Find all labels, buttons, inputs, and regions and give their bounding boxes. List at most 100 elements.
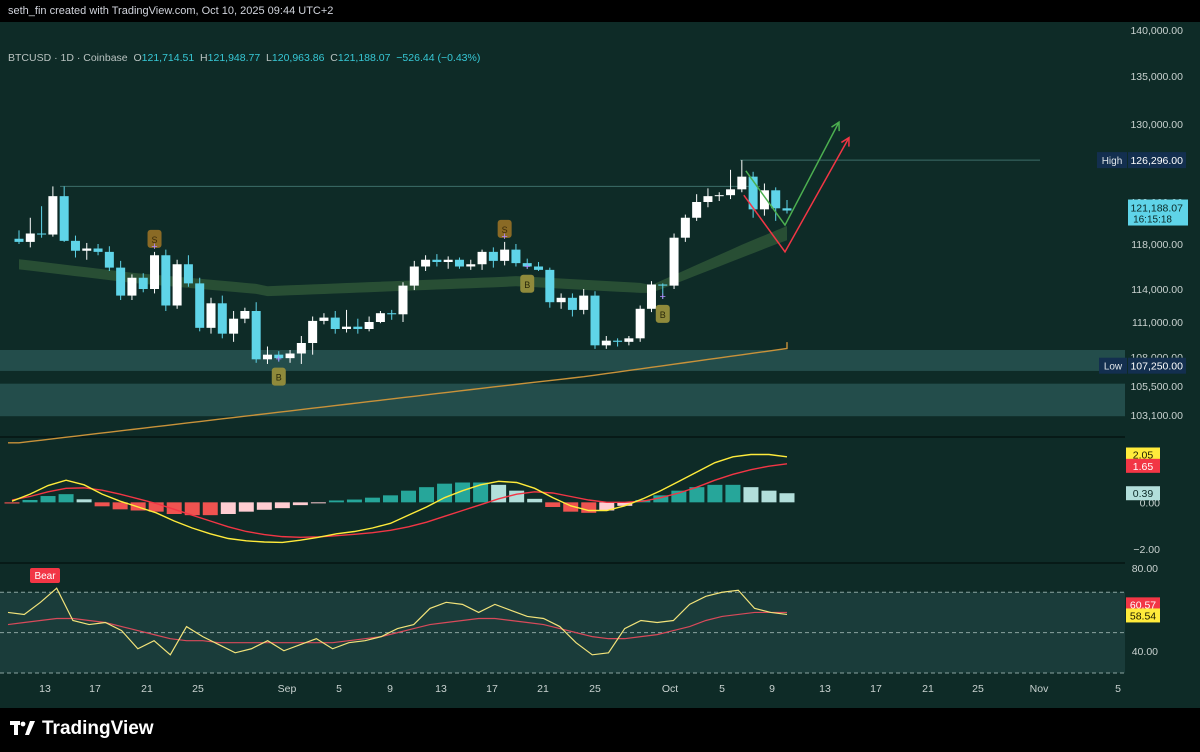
candle-body[interactable]: [172, 264, 182, 306]
price-axis-tick: 103,100.00: [1130, 410, 1183, 422]
candle-body[interactable]: [70, 240, 80, 251]
chart-area[interactable]: S + B + S + B + B +140,000.00 135,000.00 130,000.00…: [0, 22, 1200, 708]
low-price-value: 107,250.00: [1130, 361, 1183, 373]
time-axis-tick: 9: [769, 683, 775, 695]
macd-histogram-bar: [220, 502, 236, 514]
time-axis-tick: Sep: [278, 683, 297, 695]
candle-body[interactable]: [432, 259, 442, 262]
tradingview-logo[interactable]: TradingView: [10, 718, 154, 740]
candle-body[interactable]: [353, 326, 363, 329]
time-axis-tick: 17: [870, 683, 882, 695]
candle-body[interactable]: [48, 196, 58, 235]
candle-body[interactable]: [342, 326, 352, 329]
candle-body[interactable]: [646, 284, 656, 309]
candle-body[interactable]: [567, 297, 577, 310]
candle-body[interactable]: [658, 284, 668, 286]
candle-body[interactable]: [443, 259, 453, 262]
candle-body[interactable]: [387, 313, 397, 315]
candle-body[interactable]: [375, 313, 385, 322]
time-axis-tick: 13: [435, 683, 447, 695]
candle-body[interactable]: [692, 202, 702, 218]
signal-cross-icon: +: [524, 261, 530, 273]
candle-body[interactable]: [669, 237, 679, 286]
attribution-text: seth_fin created with TradingView.com, O…: [8, 5, 334, 17]
chart-canvas[interactable]: S+B+S+B+B+140,000.00135,000.00130,000.00…: [0, 22, 1200, 708]
candle-body[interactable]: [229, 318, 239, 334]
candle-body[interactable]: [726, 189, 736, 196]
support-zone-upper[interactable]: [0, 350, 1125, 371]
candle-body[interactable]: [93, 248, 103, 252]
candle-body[interactable]: [14, 238, 24, 242]
candle-body[interactable]: [556, 297, 566, 303]
candle-body[interactable]: [195, 283, 205, 328]
price-axis-tick: 118,000.00: [1131, 239, 1183, 251]
candle-body[interactable]: [421, 259, 431, 267]
candle-body[interactable]: [296, 343, 306, 354]
candle-body[interactable]: [262, 354, 272, 360]
candle-body[interactable]: [500, 249, 510, 261]
candle-body[interactable]: [601, 340, 611, 346]
candle-body[interactable]: [488, 251, 498, 261]
candle-body[interactable]: [116, 267, 126, 296]
macd-histogram-bar: [707, 484, 723, 503]
candle-body[interactable]: [308, 320, 318, 343]
support-zone-lower[interactable]: [0, 383, 1125, 417]
candle-body[interactable]: [37, 233, 47, 235]
candle-body[interactable]: [454, 259, 464, 267]
candle-body[interactable]: [161, 255, 171, 306]
macd-histogram-bar: [4, 502, 20, 504]
candle-body[interactable]: [545, 269, 555, 303]
candle-body[interactable]: [590, 295, 600, 346]
candle-body[interactable]: [771, 190, 781, 209]
candle-body[interactable]: [635, 308, 645, 339]
candle-body[interactable]: [104, 251, 114, 268]
macd-histogram-bar: [58, 494, 74, 503]
candle-body[interactable]: [579, 295, 589, 310]
candle-body[interactable]: [217, 303, 227, 334]
macd-histogram-bar: [274, 502, 290, 509]
candle-body[interactable]: [511, 249, 521, 264]
candle-body[interactable]: [127, 277, 137, 296]
candle-body[interactable]: [477, 251, 487, 265]
candle-body[interactable]: [613, 340, 623, 342]
high-marker-label: High: [1102, 156, 1123, 167]
candle-body[interactable]: [319, 317, 329, 321]
candle-body[interactable]: [183, 264, 193, 284]
macd-histogram-bar: [491, 484, 507, 503]
macd-histogram-bar: [401, 490, 417, 503]
candle-body[interactable]: [59, 196, 69, 241]
signal-cross-icon: +: [501, 231, 507, 243]
candle-body[interactable]: [466, 264, 476, 267]
attribution-bar: seth_fin created with TradingView.com, O…: [0, 0, 1200, 22]
macd-histogram-bar: [202, 502, 218, 516]
low-value: 120,963.86: [271, 52, 325, 64]
time-axis-tick: 5: [719, 683, 725, 695]
candle-body[interactable]: [25, 233, 35, 242]
candle-body[interactable]: [624, 338, 634, 342]
macd-histogram-bar: [40, 496, 56, 503]
candle-body[interactable]: [82, 248, 92, 251]
rsi-ma-value-tag: 58.54: [1130, 610, 1156, 622]
candle-body[interactable]: [703, 196, 713, 202]
candle-body[interactable]: [714, 195, 724, 197]
candle-body[interactable]: [534, 266, 544, 270]
signal-cross-icon: +: [151, 241, 157, 253]
candle-body[interactable]: [251, 311, 261, 360]
candle-body[interactable]: [364, 322, 374, 329]
candle-body[interactable]: [782, 208, 792, 211]
macd-histogram-bar: [419, 487, 435, 503]
candle-body[interactable]: [285, 353, 295, 359]
candle-body[interactable]: [680, 217, 690, 238]
candle-body[interactable]: [138, 277, 148, 289]
candle-body[interactable]: [409, 266, 419, 286]
candle-body[interactable]: [240, 311, 250, 319]
symbol-label: BTCUSD · 1D · Coinbase: [8, 52, 128, 64]
candle-body[interactable]: [150, 255, 160, 289]
candle-body[interactable]: [330, 317, 340, 329]
candle-body[interactable]: [737, 176, 747, 190]
bear-badge-label: Bear: [34, 571, 56, 582]
macd-histogram-bar: [22, 500, 38, 503]
candle-body[interactable]: [398, 285, 408, 315]
candle-body[interactable]: [206, 303, 216, 328]
signal-cross-icon: +: [276, 354, 282, 366]
